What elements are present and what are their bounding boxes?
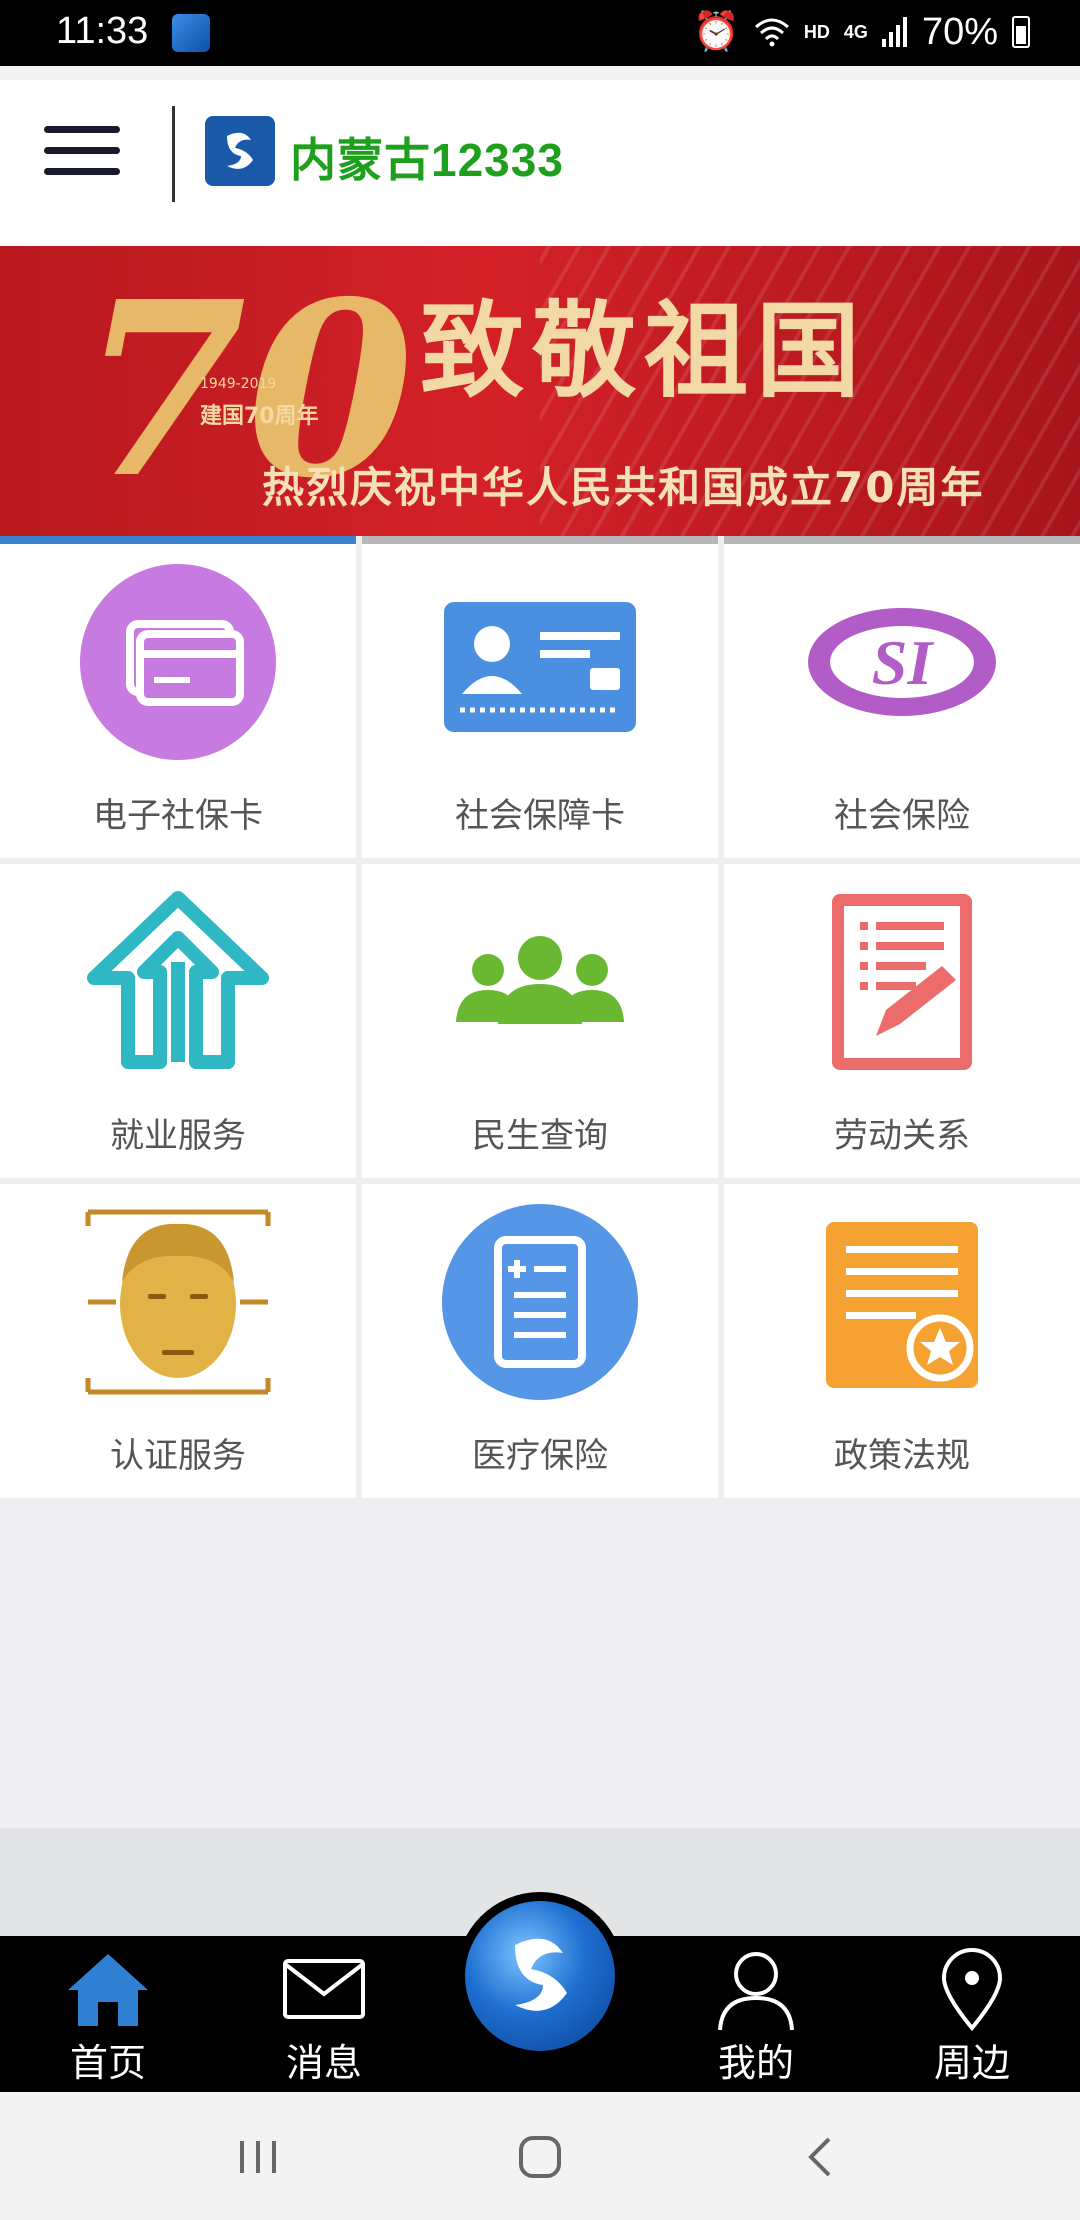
back-button[interactable] xyxy=(780,2122,860,2192)
tab-label: 我的 xyxy=(717,2041,794,2085)
envelope-icon xyxy=(279,1948,369,2032)
service-label: 社会保障卡 xyxy=(455,796,625,836)
wifi-icon xyxy=(754,18,789,47)
tab-label: 周边 xyxy=(933,2041,1010,2085)
status-time: 11:33 xyxy=(56,10,149,52)
network-label: HD xyxy=(803,21,830,42)
service-social-security-card[interactable]: 社会保障卡 xyxy=(362,544,718,858)
document-edit-icon xyxy=(802,882,1002,1082)
banner-indicator[interactable] xyxy=(724,536,1080,544)
service-employment[interactable]: 就业服务 xyxy=(0,864,356,1178)
battery-percent: 70% xyxy=(921,10,998,53)
promo-banner[interactable]: 70 1949-2019 建国70周年 致敬祖国 热烈庆祝中华人民共和国成立70… xyxy=(0,246,1080,536)
app-logo-icon xyxy=(205,116,275,186)
service-label: 社会保险 xyxy=(834,796,970,836)
service-medical-insurance[interactable]: 医疗保险 xyxy=(362,1184,718,1498)
banner-years: 1949-2019 xyxy=(200,376,277,392)
tab-home[interactable]: 首页 xyxy=(0,1936,216,2092)
people-group-icon xyxy=(440,882,640,1082)
service-labor-relations[interactable]: 劳动关系 xyxy=(724,864,1080,1178)
system-navigation-bar xyxy=(0,2092,1080,2220)
service-authentication[interactable]: 认证服务 xyxy=(0,1184,356,1498)
alarm-icon: ⏰ xyxy=(692,11,740,53)
si-logo-icon: SI xyxy=(802,562,1002,762)
battery-icon xyxy=(1012,16,1030,48)
banner-subline: 热烈庆祝中华人民共和国成立70周年 xyxy=(262,463,985,512)
service-livelihood-query[interactable]: 民生查询 xyxy=(362,864,718,1178)
medical-record-icon xyxy=(440,1202,640,1402)
service-social-insurance[interactable]: SI 社会保险 xyxy=(724,544,1080,858)
e-card-icon xyxy=(78,562,278,762)
hamburger-menu-button[interactable] xyxy=(44,126,120,182)
banner-indicator[interactable] xyxy=(0,536,356,544)
signal-label: 4G xyxy=(843,21,868,42)
tab-label: 首页 xyxy=(69,2041,146,2085)
location-pin-icon xyxy=(927,1948,1017,2032)
service-label: 民生查询 xyxy=(472,1116,608,1156)
app-logo-text: 内蒙古12333 xyxy=(290,134,564,186)
tab-messages[interactable]: 消息 xyxy=(216,1936,432,2092)
banner-headline: 致敬祖国 xyxy=(420,290,869,412)
status-bar: 11:33 ⏰ HD 4G 70% xyxy=(0,0,1080,66)
tab-label: 消息 xyxy=(285,2041,362,2085)
service-label: 政策法规 xyxy=(834,1436,970,1476)
service-e-social-card[interactable]: 电子社保卡 xyxy=(0,544,356,858)
svg-text:SI: SI xyxy=(872,627,935,698)
service-policy-regulations[interactable]: 政策法规 xyxy=(724,1184,1080,1498)
service-label: 电子社保卡 xyxy=(93,796,263,836)
user-icon xyxy=(711,1948,801,2032)
tab-nearby[interactable]: 周边 xyxy=(864,1936,1080,2092)
bottom-tab-bar: 首页 消息 我的 周边 xyxy=(0,1892,1080,2092)
center-app-button[interactable] xyxy=(456,1892,624,2060)
banner-indicator[interactable] xyxy=(362,536,718,544)
header-divider xyxy=(172,106,175,202)
status-indicators: ⏰ HD 4G 70% xyxy=(693,10,1030,54)
id-card-icon xyxy=(440,562,640,762)
services-grid: 电子社保卡 社会保障卡 SI 社会保险 就业服务 民生查询 劳动关系 认证服务 … xyxy=(0,544,1080,1498)
banner-caption: 建国70周年 xyxy=(200,404,319,429)
banner-pager xyxy=(0,536,1080,544)
service-label: 劳动关系 xyxy=(834,1116,970,1156)
app-header: 内蒙古12333 xyxy=(0,66,1080,246)
service-label: 就业服务 xyxy=(110,1116,246,1156)
upload-house-icon xyxy=(78,882,278,1082)
tab-mine[interactable]: 我的 xyxy=(648,1936,864,2092)
service-label: 认证服务 xyxy=(110,1436,246,1476)
signal-icon xyxy=(881,17,907,47)
app-emblem-icon xyxy=(465,1901,615,2051)
home-icon xyxy=(63,1948,153,2032)
home-button[interactable] xyxy=(500,2122,580,2192)
face-recognition-icon xyxy=(78,1202,278,1402)
recent-apps-button[interactable] xyxy=(218,2122,298,2192)
policy-certificate-icon xyxy=(802,1202,1002,1402)
service-label: 医疗保险 xyxy=(472,1436,608,1476)
app-notification-icon xyxy=(172,14,210,52)
